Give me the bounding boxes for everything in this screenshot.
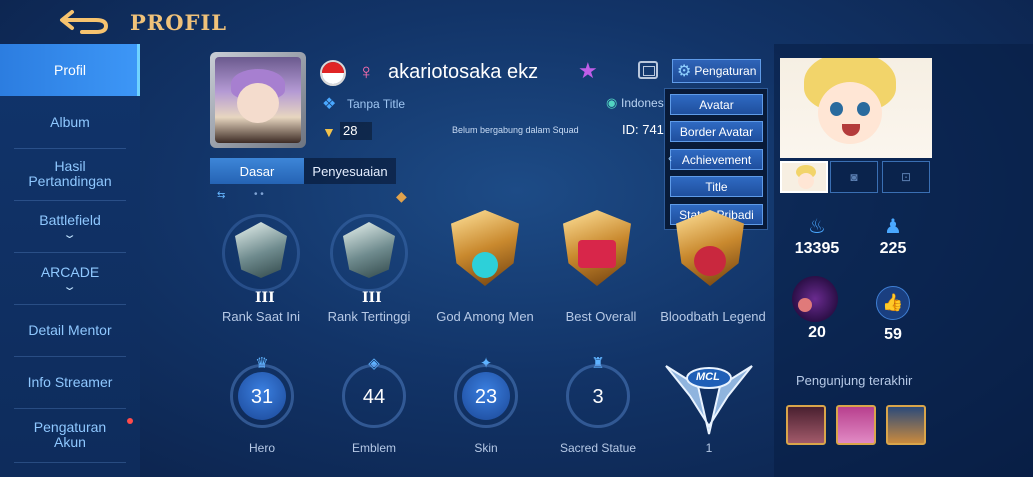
- title-icon: ❖: [322, 96, 337, 113]
- emblem-count: 44: [362, 386, 386, 408]
- emblem-label: Emblem: [351, 441, 396, 455]
- charm-value: 20: [808, 324, 826, 341]
- mcl-count: 1: [705, 441, 713, 455]
- back-button[interactable]: [58, 6, 110, 36]
- sacred-statue-count: 3: [592, 386, 604, 408]
- menu-item-border-avatar[interactable]: Border Avatar: [670, 121, 763, 142]
- photo-slot-button[interactable]: ◙: [830, 161, 878, 193]
- sidebar-item-label: ARCADE: [40, 263, 100, 280]
- page-dots-icon: • •: [254, 189, 264, 200]
- player-level: 28: [340, 122, 372, 140]
- rank-highest-tier: III: [362, 290, 382, 306]
- swap-icon[interactable]: ⇆: [217, 190, 225, 201]
- charm-bracelet-icon[interactable]: [792, 276, 838, 322]
- sidebar-item-arcade[interactable]: ARCADE ⌄: [0, 252, 140, 304]
- sidebar-item-detail-mentor[interactable]: Detail Mentor: [0, 304, 140, 356]
- portrait-image[interactable]: [780, 58, 932, 158]
- emblem-core: [578, 240, 616, 268]
- back-arrow-icon: [60, 10, 109, 34]
- skin-label: Skin: [474, 441, 498, 455]
- skin-count: 23: [474, 386, 498, 408]
- followers-value: 225: [879, 240, 907, 257]
- sidebar-item-label: Pengaturan Akun: [33, 419, 107, 450]
- sidebar-item-info-streamer[interactable]: Info Streamer: [0, 356, 140, 408]
- menu-item-achievement[interactable]: Achievement: [670, 149, 763, 170]
- camera-icon: ◙: [850, 170, 858, 184]
- sidebar-item-label: Album: [50, 113, 90, 130]
- sidebar-item-label: Hasil Pertandingan: [28, 158, 112, 189]
- recent-visitor-avatar[interactable]: [786, 405, 826, 445]
- header-bar: PROFIL: [0, 0, 1033, 44]
- sidebar-divider: [14, 462, 126, 463]
- achievement-label: Best Overall: [565, 309, 637, 324]
- avatar-image: [215, 57, 301, 143]
- sidebar-item-label: Info Streamer: [27, 373, 113, 390]
- chevron-down-icon: ⌄: [62, 280, 78, 293]
- recent-visitor-avatar[interactable]: [836, 405, 876, 445]
- like-thumb-icon[interactable]: 👍: [876, 286, 910, 320]
- gear-icon: ⚙: [677, 63, 692, 80]
- settings-label: Pengaturan: [694, 64, 757, 78]
- lock-icon: ⊡: [900, 170, 912, 184]
- menu-item-avatar[interactable]: Avatar: [670, 94, 763, 115]
- gender-icon: ♀: [358, 59, 375, 84]
- settings-button[interactable]: ⚙ Pengaturan: [672, 59, 761, 83]
- page-title: PROFIL: [130, 10, 228, 35]
- tab-penyesuaian[interactable]: Penyesuaian: [304, 158, 396, 184]
- profile-tabs: Dasar Penyesuaian: [210, 158, 396, 184]
- portrait-thumbnail-selected[interactable]: [780, 161, 828, 193]
- tab-dasar[interactable]: Dasar: [210, 158, 304, 184]
- notification-dot: [127, 418, 133, 424]
- rank-current-label: Rank Saat Ini: [221, 309, 301, 324]
- level-icon: ▼: [322, 124, 336, 140]
- player-title: Tanpa Title: [347, 97, 406, 111]
- locked-slot-button[interactable]: ⊡: [882, 161, 930, 193]
- player-location: Indones: [621, 96, 664, 110]
- mythic-badge-icon: ◆: [396, 188, 407, 204]
- sidebar-item-pengaturan-akun[interactable]: Pengaturan Akun: [0, 408, 140, 462]
- player-name: akariotosaka ekz: [388, 61, 539, 83]
- rank-current-tier: III: [255, 290, 275, 306]
- chevron-left-icon: ‹: [668, 151, 672, 165]
- hero-count: 31: [250, 386, 274, 408]
- card-icon[interactable]: [638, 61, 658, 79]
- mcl-badge-icon[interactable]: MCL: [662, 356, 756, 438]
- menu-item-title[interactable]: Title: [670, 176, 763, 197]
- star-badge-icon[interactable]: ★: [578, 58, 598, 84]
- indonesia-flag-icon: [320, 60, 346, 86]
- sidebar-item-album[interactable]: Album: [0, 96, 140, 148]
- squad-status: Belum bergabung dalam Squad: [452, 125, 579, 135]
- sidebar-item-hasil-pertandingan[interactable]: Hasil Pertandingan: [0, 148, 140, 200]
- sidebar-item-label: Detail Mentor: [28, 321, 112, 338]
- achievement-label: Bloodbath Legend: [660, 309, 766, 324]
- sidebar: Profil Album Hasil Pertandingan Battlefi…: [0, 44, 140, 477]
- location-pin-icon: ◉: [606, 95, 618, 110]
- player-id: ID: 741: [622, 122, 664, 137]
- emblem-core: [472, 252, 498, 278]
- mcl-badge-text: MCL: [696, 371, 720, 383]
- sacred-statue-label: Sacred Statue: [559, 441, 637, 455]
- recent-visitor-avatar[interactable]: [886, 405, 926, 445]
- followers-icon: ♟: [884, 216, 902, 238]
- sidebar-item-label: Battlefield: [39, 211, 101, 228]
- popularity-value: 13395: [794, 240, 840, 257]
- hero-label: Hero: [248, 441, 275, 455]
- popularity-flame-icon: ♨: [808, 216, 826, 238]
- sidebar-item-battlefield[interactable]: Battlefield ⌄: [0, 200, 140, 252]
- rank-highest-label: Rank Tertinggi: [327, 309, 411, 324]
- recent-visitors-label: Pengunjung terakhir: [796, 373, 913, 388]
- likes-value: 59: [884, 326, 902, 343]
- sidebar-item-profil[interactable]: Profil: [0, 44, 140, 96]
- player-avatar[interactable]: [210, 52, 306, 148]
- chevron-down-icon: ⌄: [62, 228, 78, 241]
- emblem-core: [694, 246, 726, 276]
- sidebar-item-label: Profil: [54, 61, 86, 78]
- settings-dropdown: Avatar Border Avatar Achievement Title S…: [664, 88, 768, 230]
- achievement-label: God Among Men: [436, 309, 534, 324]
